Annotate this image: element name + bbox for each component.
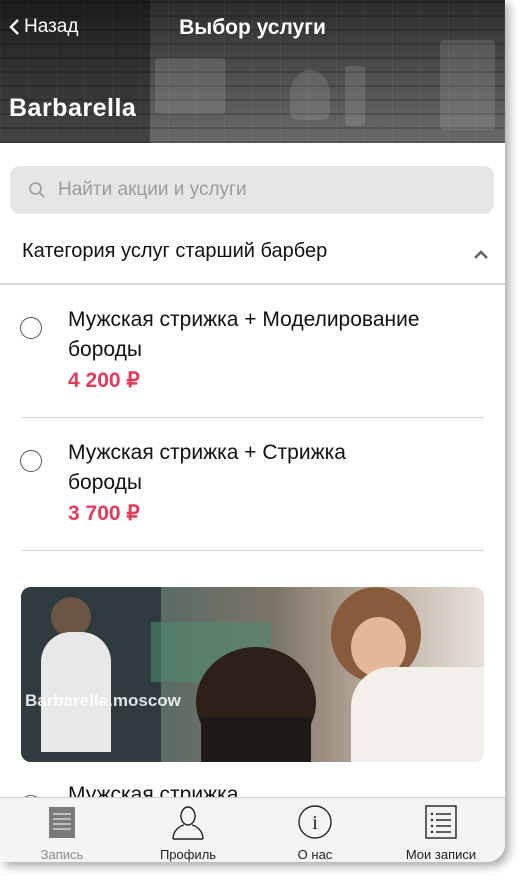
category-label: Категория услуг старший барбер (22, 240, 328, 262)
service-photo: Barbarella.moscow (21, 587, 484, 762)
chevron-up-icon[interactable] (473, 248, 489, 260)
header-banner: Назад Выбор услуги Barbarella (0, 0, 505, 143)
page-title: Выбор услуги (179, 16, 326, 39)
banner-chair (290, 70, 330, 120)
app-screen: Назад Выбор услуги Barbarella Найти акци… (0, 0, 505, 862)
photo-client-shoulders (201, 717, 311, 762)
tab-bar: Запись Профиль i О нас Мои записи (0, 797, 505, 862)
tab-booking[interactable]: Запись (7, 804, 117, 862)
divider (22, 550, 484, 551)
tab-about[interactable]: i О нас (260, 804, 370, 862)
tab-profile[interactable]: Профиль (133, 804, 243, 862)
category-header[interactable]: Категория услуг старший барбер (0, 228, 505, 285)
tab-label: Профиль (159, 847, 217, 862)
banner-mirror (155, 58, 225, 114)
photo-client-head (51, 597, 91, 637)
tab-label: Мои записи (405, 847, 477, 862)
tab-label: Запись (40, 847, 84, 862)
service-item[interactable]: Мужская стрижка + Стрижка бороды 3 700 ₽ (0, 438, 505, 548)
photo-barber-shirt (351, 667, 484, 762)
tab-my-bookings[interactable]: Мои записи (386, 804, 496, 862)
search-input[interactable]: Найти акции и услуги (10, 166, 494, 214)
nav-bar: Назад Выбор услуги (0, 14, 505, 42)
service-radio[interactable] (20, 317, 42, 339)
banner-person (345, 66, 365, 126)
tab-label: О нас (297, 847, 333, 862)
service-radio[interactable] (20, 450, 42, 472)
svg-text:i: i (312, 812, 318, 834)
user-icon (172, 806, 204, 840)
banner-shelf (440, 40, 495, 130)
search-placeholder: Найти акции и услуги (58, 179, 247, 200)
divider (22, 417, 484, 418)
brand-name: Barbarella (9, 94, 137, 122)
service-name: Мужская стрижка + Стрижка бороды (68, 441, 346, 494)
service-price: 3 700 ₽ (68, 502, 140, 525)
photo-watermark: Barbarella.moscow (25, 691, 181, 710)
list-icon (425, 805, 457, 839)
service-price: 4 200 ₽ (68, 369, 140, 392)
service-name: Мужская стрижка + Моделирование бороды (68, 308, 420, 361)
service-item[interactable]: Мужская стрижка + Моделирование бороды 4… (0, 305, 505, 415)
document-icon (49, 807, 75, 838)
search-icon (29, 182, 45, 198)
info-icon: i (298, 805, 332, 839)
